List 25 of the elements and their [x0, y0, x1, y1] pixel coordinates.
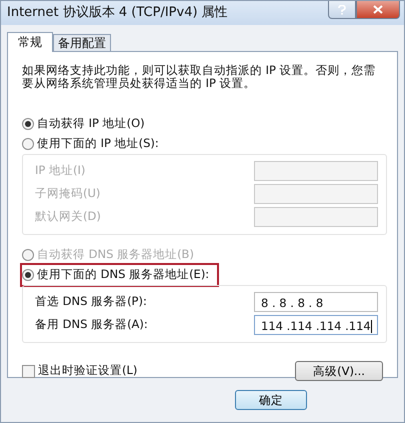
close-icon	[373, 5, 383, 14]
window-title: Internet 协议版本 4 (TCP/IPv4) 属性	[7, 4, 228, 22]
radio-option[interactable]: 自动获得 IP 地址(O)	[22, 114, 387, 134]
radio-button[interactable]	[22, 118, 34, 130]
ip-address-field[interactable]: 8 . 8 . 8 . 8	[254, 292, 378, 312]
advanced-button[interactable]: 高级(V)...	[295, 361, 383, 381]
field-label: 首选 DNS 服务器(P):	[35, 292, 147, 310]
radio-button[interactable]	[22, 269, 34, 281]
radio-button[interactable]	[22, 138, 34, 150]
tab[interactable]: 备用配置	[53, 34, 111, 51]
help-button[interactable]	[328, 1, 356, 19]
help-icon	[338, 4, 346, 14]
text-cursor	[370, 320, 372, 333]
field-label: 备用 DNS 服务器(A):	[35, 316, 148, 333]
field-label: 子网掩码(U)	[35, 184, 100, 202]
radio-option[interactable]: 使用下面的 DNS 服务器地址(E):	[22, 265, 218, 285]
field-label: IP 地址(I)	[35, 162, 86, 179]
ok-button[interactable]: 确定	[235, 390, 307, 410]
field-label: 默认网关(D)	[35, 208, 101, 225]
description-text: 如果网络支持此功能，则可以获取自动指派的 IP 设置。否则，您需要从网络系统管理员处获得适当的 IP 设置。	[22, 64, 377, 90]
close-button[interactable]	[356, 1, 400, 19]
radio-option[interactable]: 使用下面的 IP 地址(S):	[22, 134, 387, 154]
validate-checkbox[interactable]: 退出时验证设置(L)	[22, 362, 138, 380]
ip-address-field[interactable]: 114 .114 .114 .114	[254, 314, 378, 334]
tab[interactable]: 常规	[7, 32, 53, 52]
